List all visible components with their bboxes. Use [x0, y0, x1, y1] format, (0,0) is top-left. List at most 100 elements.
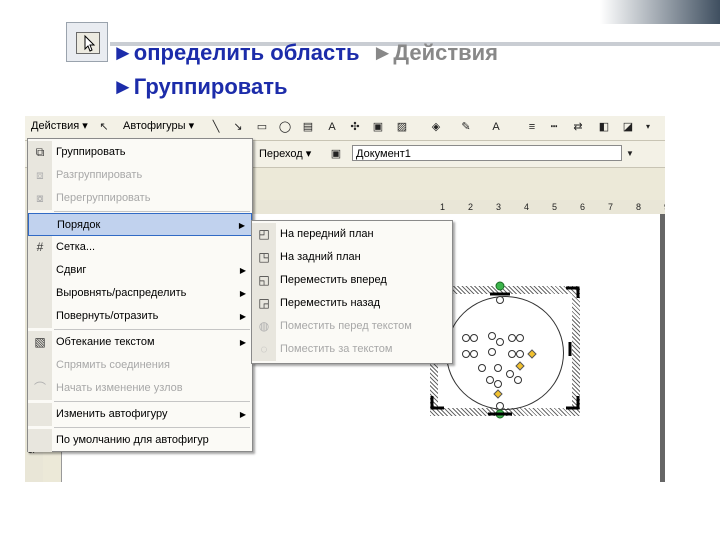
- actions-menu-item-label: Группировать: [56, 146, 126, 158]
- slide-top-gradient: [600, 0, 720, 24]
- actions-menu-item-8[interactable]: Повернуть/отразить ▶: [28, 305, 252, 328]
- actions-menu-item-label: Сдвиг: [56, 264, 87, 276]
- menu-gutter: [28, 282, 52, 305]
- arrow-style-icon[interactable]: ⇄: [571, 120, 585, 134]
- actions-menu-item-4[interactable]: Порядок ▶: [28, 213, 252, 236]
- ruler-number: 9: [664, 202, 665, 212]
- actions-menu-item-label: Разгруппировать: [56, 169, 143, 181]
- wordart-icon[interactable]: A: [325, 120, 339, 134]
- bring-to-front-icon: ◰: [258, 227, 270, 241]
- actions-menu-item-label: По умолчанию для автофигур: [56, 434, 209, 446]
- in-front-of-text-icon: ◍: [258, 319, 270, 333]
- select-objects-thumbnail: [66, 22, 108, 62]
- ruler-number: 3: [496, 202, 502, 212]
- order-submenu-item-label: Поместить за текстом: [280, 343, 393, 355]
- menu-gutter: [28, 305, 52, 328]
- shadow-icon[interactable]: ◧: [597, 120, 611, 134]
- order-submenu-item-label: На задний план: [280, 251, 361, 263]
- actions-menu-item-label: Изменить автофигуру: [56, 408, 168, 420]
- slide-heading-line1: ►определить область ►Действия: [112, 40, 498, 66]
- rectangle-icon[interactable]: ▭: [255, 120, 269, 134]
- order-submenu-item-label: Поместить перед текстом: [280, 320, 412, 332]
- diagram-icon[interactable]: ✣: [348, 120, 362, 134]
- ruler-number: 8: [636, 202, 642, 212]
- toolbar-options-icon[interactable]: ▾: [641, 120, 655, 134]
- line-icon[interactable]: ╲: [209, 120, 223, 134]
- menu-gutter: [28, 429, 52, 452]
- actions-menu-item-1[interactable]: ⧉ Группировать: [28, 141, 252, 164]
- actions-menu-item-2: ⧈ Разгруппировать: [28, 164, 252, 187]
- ungroup-icon: ⧈: [36, 168, 44, 182]
- order-submenu-item-label: На передний план: [280, 228, 374, 240]
- line-style-icon[interactable]: ≡: [525, 120, 539, 134]
- ruler-number: 1: [440, 202, 446, 212]
- grid-icon: #: [36, 240, 44, 254]
- submenu-arrow-icon: ▶: [239, 338, 246, 347]
- select-pointer-icon[interactable]: ↖: [97, 120, 111, 134]
- menu-gutter: [28, 259, 52, 282]
- clipart-icon[interactable]: ▣: [371, 120, 385, 134]
- group-icon: ⧉: [35, 145, 45, 159]
- menu-gutter: [28, 403, 52, 426]
- actions-menu-item-label: Выровнять/распределить: [56, 287, 187, 299]
- order-submenu-item-label: Переместить вперед: [280, 274, 387, 286]
- font-color-icon[interactable]: A: [489, 120, 503, 134]
- order-submenu-item-4[interactable]: ◲ Переместить назад: [252, 292, 452, 315]
- send-to-back-icon: ◳: [258, 250, 270, 264]
- edit-points-icon: ⌒: [33, 381, 46, 395]
- menu-gutter: [28, 354, 52, 377]
- actions-menu-item-label: Спрямить соединения: [56, 359, 170, 371]
- text-wrap-icon: ▧: [34, 335, 46, 349]
- actions-menu-item-12[interactable]: Изменить автофигуру ▶: [28, 403, 252, 426]
- bring-forward-icon: ◱: [258, 273, 270, 287]
- fill-color-icon[interactable]: ◈: [429, 120, 443, 134]
- regroup-icon: ⧇: [36, 191, 44, 205]
- actions-menu: ⧉ Группировать ⧈ Разгруппировать ⧇ Перегруппи…: [27, 138, 253, 452]
- heading-select-area: ►определить область: [112, 40, 360, 65]
- page-edge: [660, 214, 665, 482]
- order-submenu-item-6: ◌ Поместить за текстом: [252, 338, 452, 361]
- submenu-arrow-icon: ▶: [239, 410, 246, 419]
- actions-menu-button[interactable]: Действия ▾: [31, 119, 88, 132]
- pointer-arrow-icon: [76, 32, 100, 54]
- ruler-number: 5: [552, 202, 558, 212]
- picture-icon[interactable]: ▨: [395, 120, 409, 134]
- goto-button[interactable]: Переход ▾: [259, 147, 311, 160]
- actions-menu-item-5[interactable]: # Сетка...: [28, 236, 252, 259]
- 3d-icon[interactable]: ◪: [621, 120, 635, 134]
- address-field[interactable]: Документ1: [352, 145, 622, 161]
- actions-menu-item-label: Начать изменение узлов: [56, 382, 183, 394]
- menu-separator: [54, 427, 250, 428]
- ruler-number: 7: [608, 202, 614, 212]
- ruler-number: 6: [580, 202, 586, 212]
- actions-menu-item-6[interactable]: Сдвиг ▶: [28, 259, 252, 282]
- address-dropdown-icon[interactable]: ▼: [623, 147, 637, 161]
- heading-actions: ►Действия: [371, 40, 499, 65]
- order-submenu-item-1[interactable]: ◰ На передний план: [252, 223, 452, 246]
- ruler-number: 4: [524, 202, 530, 212]
- order-submenu-item-label: Переместить назад: [280, 297, 381, 309]
- actions-menu-item-9[interactable]: ▧ Обтекание текстом ▶: [28, 331, 252, 354]
- submenu-arrow-icon: ▶: [239, 312, 246, 321]
- order-submenu-item-3[interactable]: ◱ Переместить вперед: [252, 269, 452, 292]
- actions-menu-item-3: ⧇ Перегруппировать: [28, 187, 252, 210]
- line-color-icon[interactable]: ✎: [459, 120, 473, 134]
- ruler-number: 2: [468, 202, 474, 212]
- arrow-icon[interactable]: ↘: [231, 120, 245, 134]
- submenu-arrow-icon: ▶: [239, 266, 246, 275]
- show-only-web-toolbar-icon[interactable]: ▣: [329, 147, 343, 161]
- order-submenu-item-2[interactable]: ◳ На задний план: [252, 246, 452, 269]
- oval-icon[interactable]: ◯: [278, 120, 292, 134]
- send-backward-icon: ◲: [258, 296, 270, 310]
- actions-menu-item-13[interactable]: По умолчанию для автофигур: [28, 429, 252, 452]
- autoshapes-button[interactable]: Автофигуры ▾: [123, 119, 194, 132]
- actions-menu-item-11: ⌒ Начать изменение узлов: [28, 377, 252, 400]
- dash-style-icon[interactable]: ┅: [547, 120, 561, 134]
- actions-menu-item-7[interactable]: Выровнять/распределить ▶: [28, 282, 252, 305]
- submenu-arrow-icon: ▶: [239, 289, 246, 298]
- actions-menu-item-label: Обтекание текстом: [56, 336, 155, 348]
- order-submenu: ◰ На передний план ◳ На задний план ◱ Перемес…: [251, 220, 453, 364]
- actions-menu-item-label: Сетка...: [56, 241, 96, 253]
- text-box-icon[interactable]: ▤: [301, 120, 315, 134]
- order-submenu-item-5: ◍ Поместить перед текстом: [252, 315, 452, 338]
